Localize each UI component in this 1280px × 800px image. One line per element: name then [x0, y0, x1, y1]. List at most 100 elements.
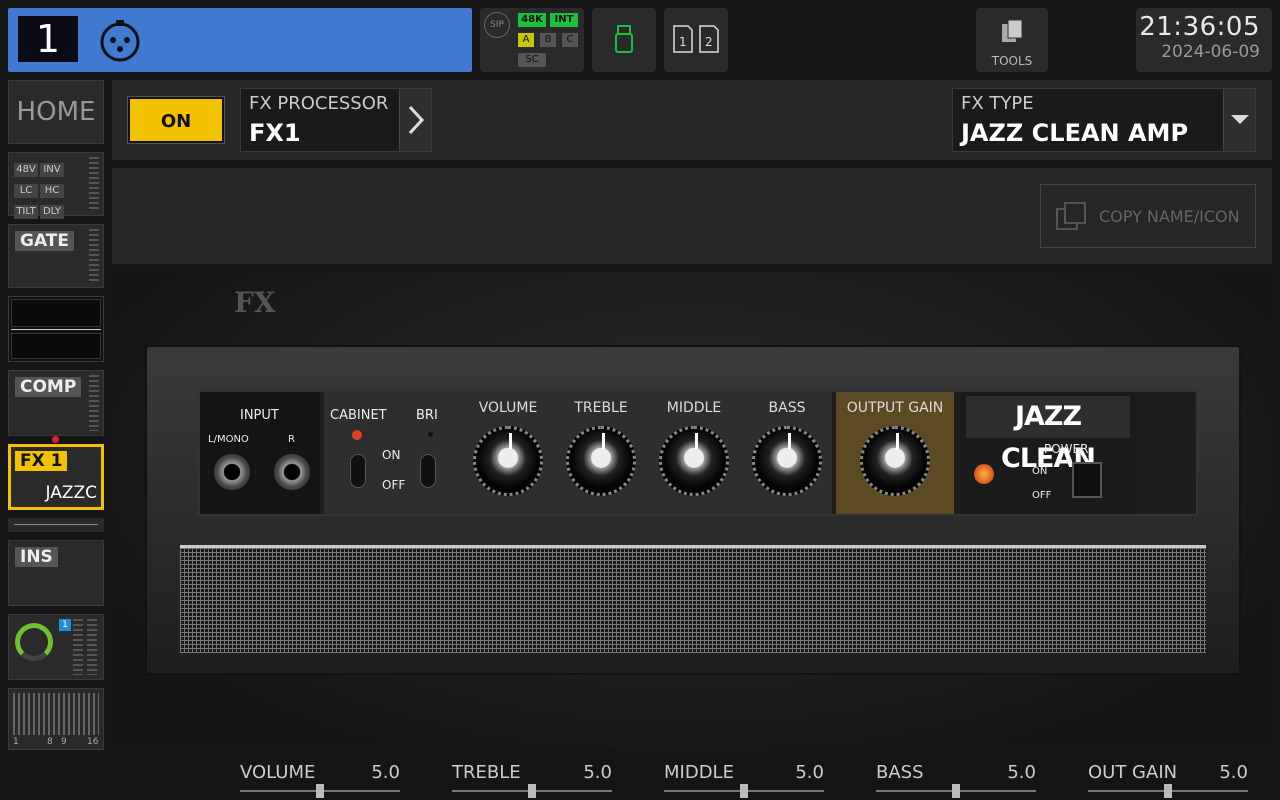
middle-slider-value: 5.0 [795, 762, 824, 783]
meter-scale-9: 9 [61, 737, 67, 747]
middle-knob-group[interactable]: MIDDLE [648, 400, 740, 496]
fx-processor-selector[interactable]: FX PROCESSOR FX1 [240, 88, 432, 152]
slot-a-badge: A [518, 33, 534, 47]
treble-knob-group[interactable]: TREBLE [555, 400, 647, 496]
sc-badge: SC [518, 53, 546, 67]
fx-active-dot [52, 436, 59, 443]
output-gain-knob-group[interactable]: OUTPUT GAIN [845, 400, 945, 496]
treble-knob-label: TREBLE [574, 400, 628, 416]
middle-slider[interactable]: MIDDLE 5.0 [664, 760, 824, 800]
volume-slider-value: 5.0 [371, 762, 400, 783]
fx-type-dropdown-toggle[interactable] [1223, 89, 1255, 151]
fx-logo: FX [234, 286, 276, 319]
inv-toggle: INV [40, 163, 64, 177]
amp-brand: JAZZ CLEAN [966, 396, 1130, 474]
amp-grille [180, 545, 1206, 653]
eq-flat-line [11, 329, 101, 330]
fx-type-value: JAZZ CLEAN AMP [961, 119, 1189, 147]
power-on-label: ON [1032, 466, 1048, 477]
treble-slider[interactable]: TREBLE 5.0 [452, 760, 612, 800]
tools-label: TOOLS [991, 54, 1033, 68]
bri-label: BRI [416, 408, 438, 423]
volume-knob[interactable] [473, 426, 543, 496]
meter-scale-16: 16 [87, 737, 99, 747]
clock-panel: 21:36:05 2024-06-09 [1136, 8, 1272, 72]
bus-indicator: 1 [59, 619, 71, 631]
volume-slider[interactable]: VOLUME 5.0 [240, 760, 400, 800]
out-gain-slider-thumb[interactable] [1164, 784, 1172, 798]
power-label: POWER [1044, 442, 1089, 456]
meter-scale-1: 1 [13, 737, 19, 747]
send-slider[interactable] [8, 518, 104, 532]
tools-button[interactable]: TOOLS [976, 8, 1048, 72]
channel-number: 1 [18, 16, 78, 62]
usb-button[interactable] [592, 8, 656, 72]
bass-knob[interactable] [752, 426, 822, 496]
output-meters-button[interactable]: 1 8 9 16 [8, 688, 104, 750]
hc-toggle: HC [40, 184, 64, 198]
copy-icon [1056, 202, 1086, 230]
sip-indicator: SIP [484, 12, 510, 38]
tilt-toggle: TILT [14, 205, 38, 219]
treble-knob[interactable] [566, 426, 636, 496]
input-jack-l [214, 454, 250, 490]
out-gain-slider[interactable]: OUT GAIN 5.0 [1088, 760, 1248, 800]
gate-button[interactable]: GATE [8, 224, 104, 288]
middle-slider-name: MIDDLE [664, 762, 734, 783]
fx1-button[interactable]: FX 1 JAZZC [8, 444, 104, 510]
volume-knob-group[interactable]: VOLUME [462, 400, 554, 496]
channel-selector[interactable]: 1 [8, 8, 472, 72]
fx-processor-value: FX1 [249, 119, 301, 147]
bass-slider-name: BASS [876, 762, 924, 783]
treble-slider-name: TREBLE [452, 762, 521, 783]
ins-label: INS [15, 547, 58, 567]
volume-slider-thumb[interactable] [316, 784, 324, 798]
middle-knob[interactable] [659, 426, 729, 496]
copy-name-icon-button[interactable]: COPY NAME/ICON [1040, 184, 1256, 248]
power-off-label: OFF [1032, 490, 1052, 501]
chevron-down-icon [1231, 115, 1249, 124]
eq-curve-display-2 [11, 333, 101, 359]
cabinet-label: CABINET [330, 408, 387, 423]
treble-slider-thumb[interactable] [528, 784, 536, 798]
comp-button[interactable]: COMP [8, 370, 104, 436]
bass-slider-value: 5.0 [1007, 762, 1036, 783]
bass-slider[interactable]: BASS 5.0 [876, 760, 1036, 800]
fx-processor-next[interactable] [399, 89, 431, 151]
fx-on-button[interactable]: ON [128, 97, 224, 143]
gate-label: GATE [15, 231, 74, 251]
clock-source-badge: INT [550, 13, 578, 27]
svg-text:1: 1 [679, 35, 687, 49]
input-options-button[interactable]: 48V INV LC HC TILT DLY [8, 152, 104, 219]
volume-slider-name: VOLUME [240, 762, 316, 783]
clock-date: 2024-06-09 [1161, 42, 1260, 62]
input-section: INPUT L/MONO R [200, 392, 320, 514]
lc-toggle: LC [14, 184, 38, 198]
eq-button[interactable] [8, 296, 104, 362]
pan-knob [15, 623, 53, 661]
status-panel[interactable]: SIP 48K INT A B C SC [480, 8, 584, 72]
middle-knob-label: MIDDLE [666, 400, 722, 416]
cabinet-section: CABINET BRI ON OFF [324, 392, 460, 514]
cabinet-switch[interactable] [350, 454, 366, 488]
output-gain-knob[interactable] [860, 426, 930, 496]
cabinet-off-label: OFF [382, 478, 406, 492]
power-lamp [974, 464, 994, 484]
level-meter-r [87, 619, 97, 675]
fx-type-dropdown[interactable]: FX TYPE JAZZ CLEAN AMP [952, 88, 1256, 152]
sd-cards-button[interactable]: 1 2 [664, 8, 728, 72]
brand-section: JAZZ CLEAN POWER ON OFF [960, 392, 1136, 514]
home-button[interactable]: HOME [8, 80, 104, 144]
cabinet-on-label: ON [382, 448, 401, 462]
ins-button[interactable]: INS [8, 540, 104, 606]
bass-knob-group[interactable]: BASS [741, 400, 833, 496]
volume-knob-label: VOLUME [478, 400, 538, 416]
middle-slider-thumb[interactable] [740, 784, 748, 798]
fx-processor-label: FX PROCESSOR [249, 93, 389, 114]
bass-slider-thumb[interactable] [952, 784, 960, 798]
bri-led [428, 432, 433, 437]
bri-switch[interactable] [420, 454, 436, 488]
power-switch[interactable] [1072, 462, 1102, 498]
pan-level-button[interactable]: 1 [8, 614, 104, 680]
slot-b-badge: B [540, 33, 556, 47]
